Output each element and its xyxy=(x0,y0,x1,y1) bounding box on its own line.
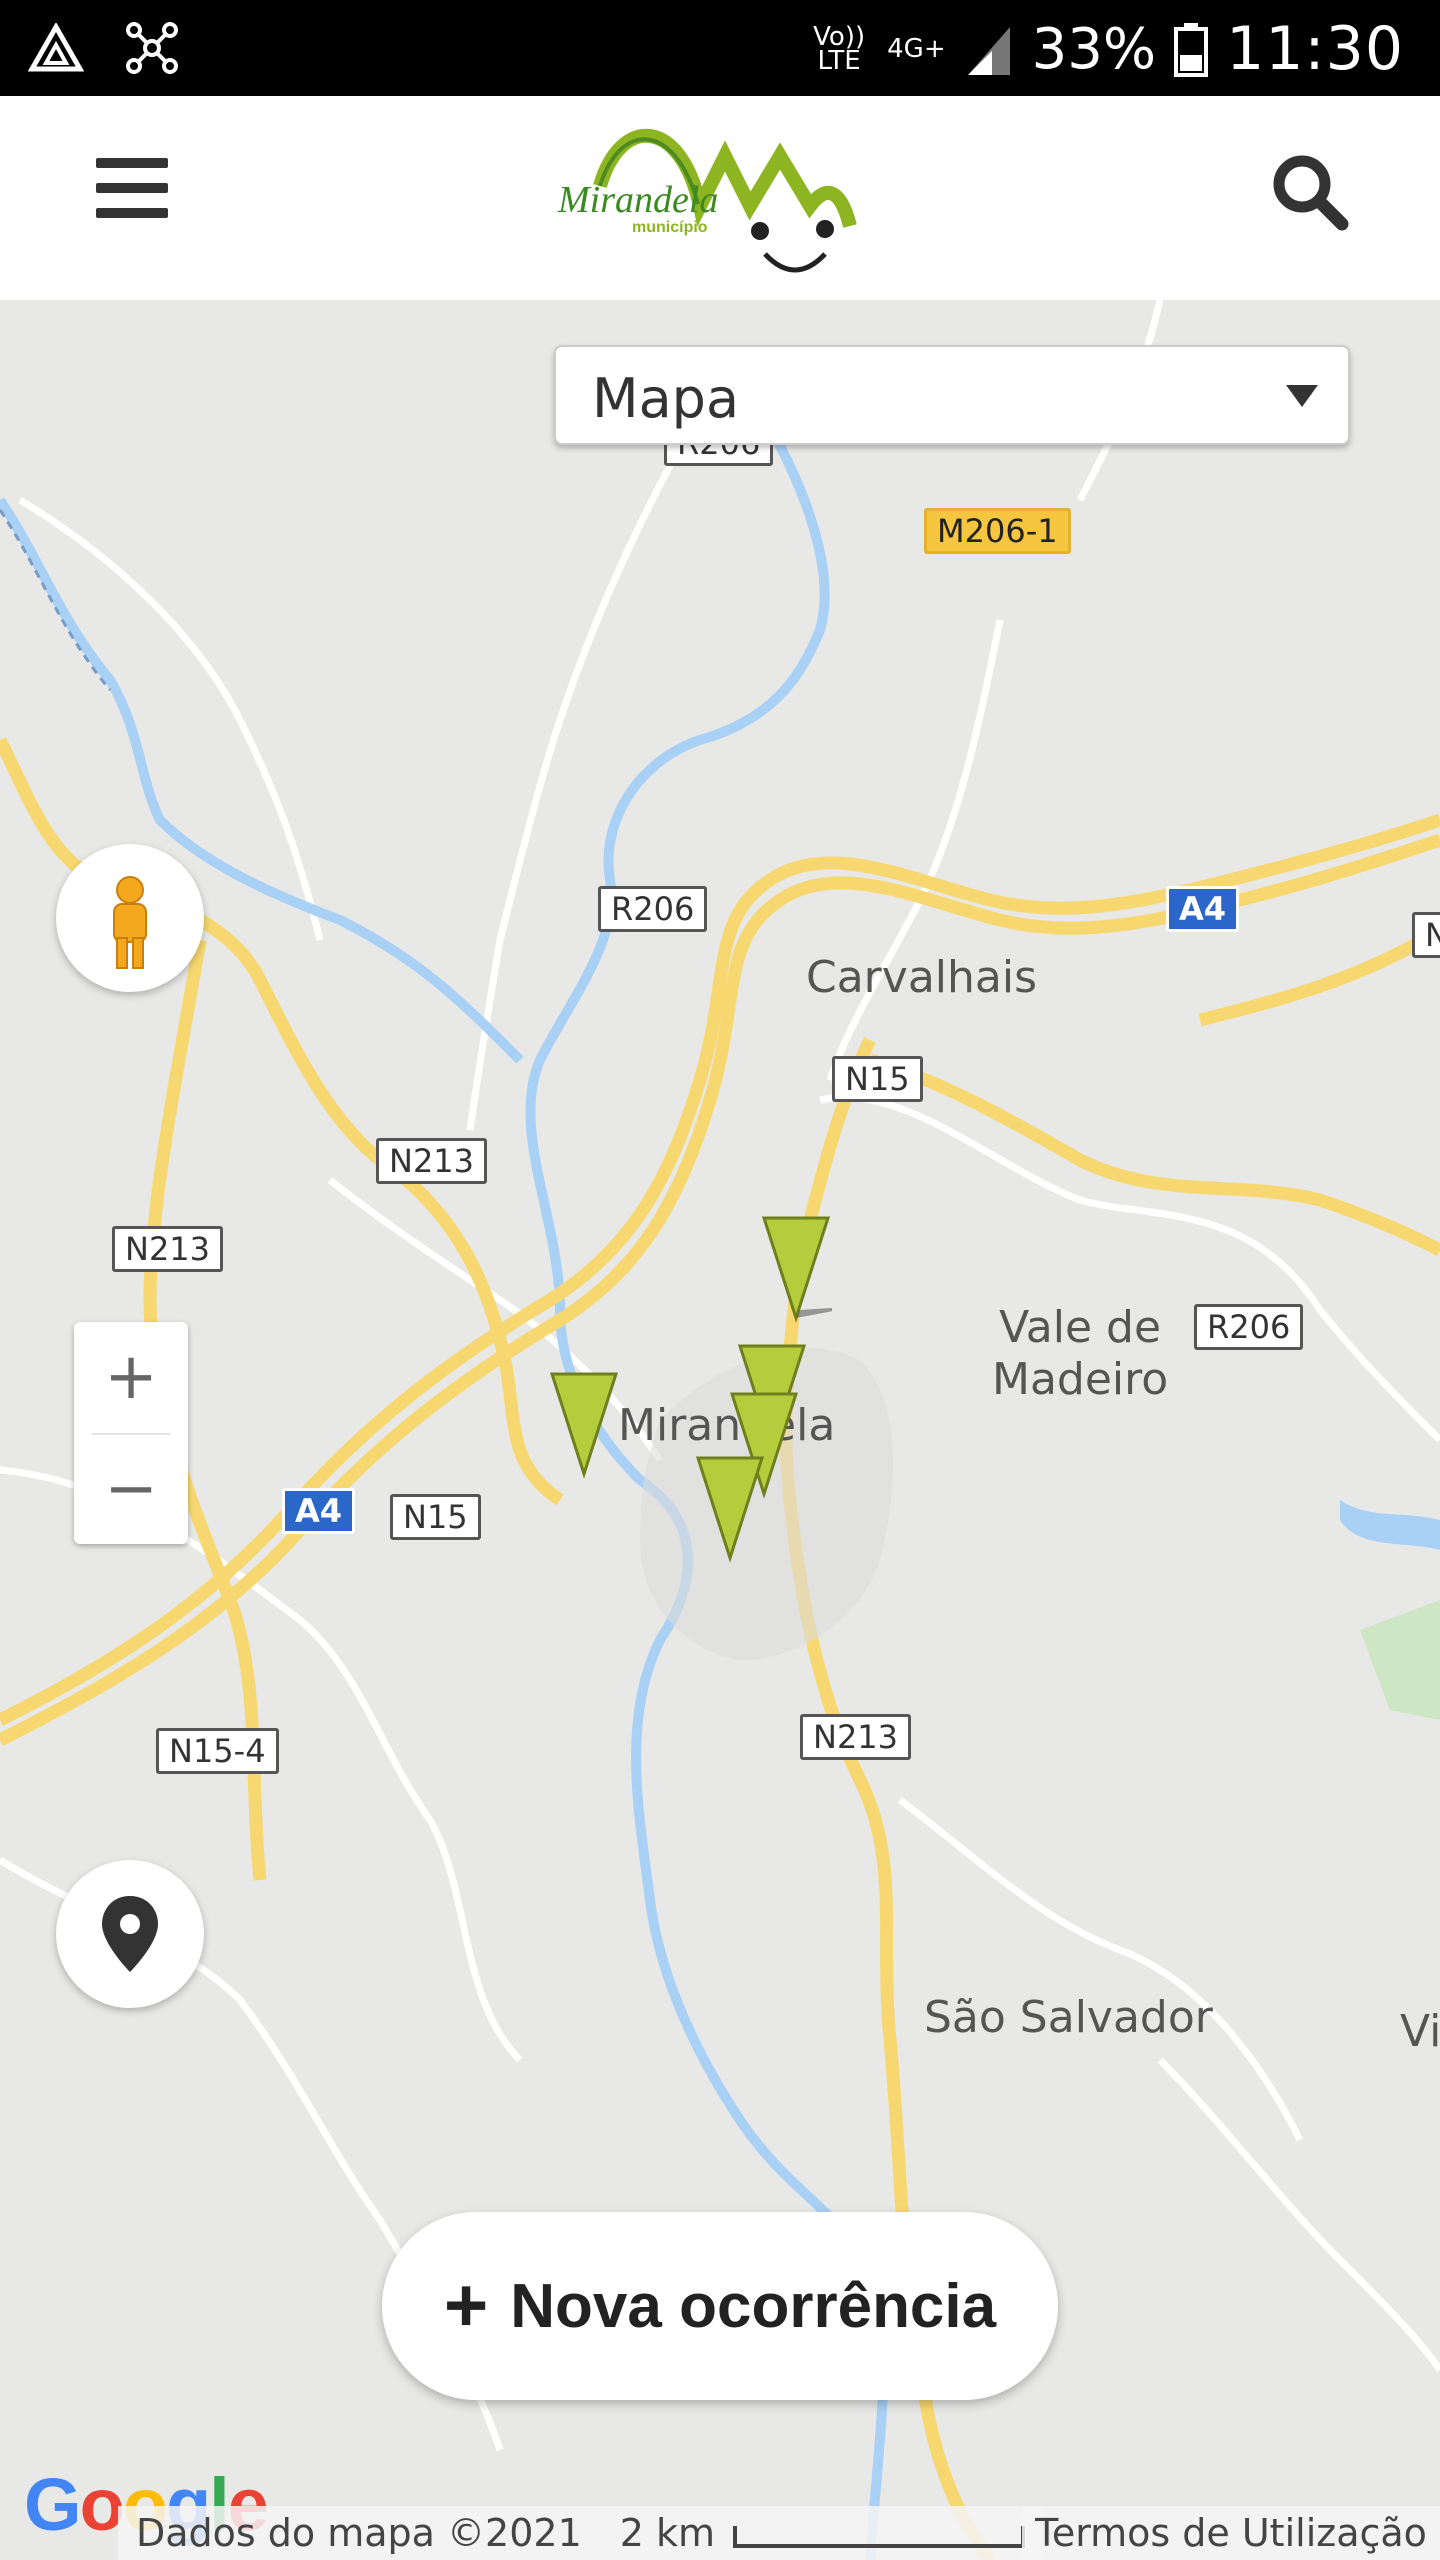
new-occurrence-label: Nova ocorrência xyxy=(510,2271,997,2341)
scale-bar xyxy=(733,2526,1026,2548)
occurrence-marker[interactable] xyxy=(760,1214,832,1324)
clock: 11:30 xyxy=(1226,14,1404,84)
network-icon xyxy=(126,22,178,74)
road-shield-n15-4: N15-4 xyxy=(156,1728,279,1774)
occurrence-marker[interactable] xyxy=(694,1454,766,1564)
road-shield-n15-top: N15 xyxy=(832,1056,923,1102)
road-shield-n213-b: N213 xyxy=(112,1226,224,1272)
zoom-in-button[interactable]: + xyxy=(74,1322,188,1432)
battery-level: 33% xyxy=(1031,16,1157,82)
map-data-text: Dados do mapa ©2021 xyxy=(136,2511,582,2555)
volte-indicator: Vo)) LTE xyxy=(813,22,866,76)
app-header: Mirandela município xyxy=(0,96,1440,300)
location-pin-icon xyxy=(102,1896,158,1972)
zoom-control: + − xyxy=(74,1322,188,1544)
hamburger-menu-icon[interactable] xyxy=(96,158,168,218)
road-shield-a4-right: A4 xyxy=(1166,886,1240,932)
road-shield-n213-a: N213 xyxy=(376,1138,488,1184)
road-shield-r206-mid: R206 xyxy=(598,886,708,932)
road-shield-m206-1: M206-1 xyxy=(924,508,1071,554)
my-location-button[interactable] xyxy=(56,1860,204,2008)
pegman-icon xyxy=(113,876,147,969)
place-vale-de-madeiro: Vale de Madeiro xyxy=(992,1302,1169,1405)
road-shield-n-right: N xyxy=(1412,912,1440,958)
battery-icon xyxy=(1174,23,1209,77)
map-type-select[interactable]: Mapa xyxy=(554,345,1350,445)
search-icon[interactable] xyxy=(1270,152,1350,232)
plus-icon: + xyxy=(443,2263,489,2348)
drive-icon xyxy=(28,23,84,72)
logo-text: Mirandela xyxy=(557,179,718,221)
road-shield-r206-right: R206 xyxy=(1194,1304,1304,1350)
road-shield-n15-left: N15 xyxy=(390,1494,481,1540)
logo-subtext: município xyxy=(632,219,708,236)
map-type-value: Mapa xyxy=(592,367,740,430)
status-bar: Vo)) LTE 4G+ 33% 11:30 xyxy=(0,0,1440,96)
mirandela-logo: Mirandela município xyxy=(550,116,890,276)
terms-link[interactable]: Termos de Utilização xyxy=(1022,2506,1440,2560)
scale-label: 2 km xyxy=(619,2511,716,2555)
road-shield-n213-south: N213 xyxy=(800,1714,912,1760)
place-vi: Vi xyxy=(1400,2006,1440,2057)
street-view-button[interactable] xyxy=(56,844,204,992)
map-attribution: Dados do mapa ©2021 2 km xyxy=(118,2506,1044,2560)
network-type: 4G+ xyxy=(887,34,946,64)
road-shield-a4-left: A4 xyxy=(282,1488,356,1534)
new-occurrence-button[interactable]: + Nova ocorrência xyxy=(382,2212,1058,2400)
chevron-down-icon xyxy=(1286,385,1318,407)
occurrence-marker[interactable] xyxy=(548,1370,620,1480)
zoom-out-button[interactable]: − xyxy=(74,1434,188,1544)
place-carvalhais: Carvalhais xyxy=(806,952,1037,1003)
signal-icon xyxy=(967,27,1010,75)
place-sao-salvador: São Salvador xyxy=(924,1992,1213,2043)
